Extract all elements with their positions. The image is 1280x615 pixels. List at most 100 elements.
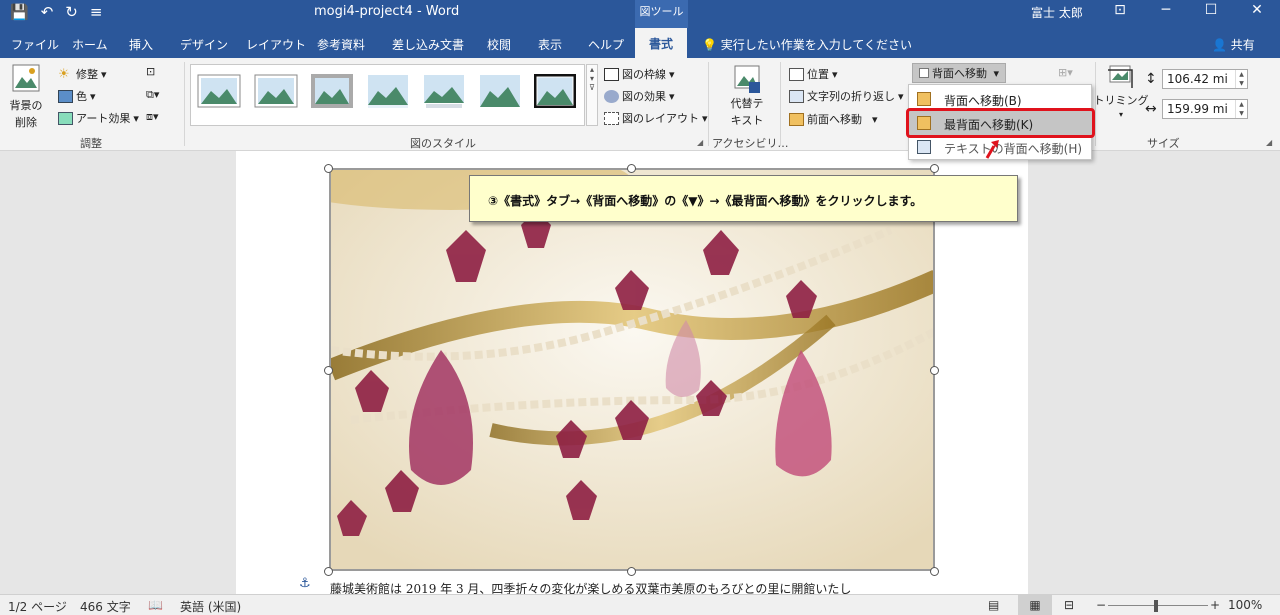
tab-design[interactable]: デザイン bbox=[180, 36, 228, 53]
web-layout-icon[interactable]: ⊟ bbox=[1064, 598, 1074, 612]
minimize-icon[interactable]: ─ bbox=[1156, 2, 1176, 18]
change-picture-icon[interactable]: ⧉▾ bbox=[146, 88, 159, 102]
print-layout-icon[interactable]: ▦ bbox=[1018, 595, 1052, 615]
color-button[interactable]: 色 ▾ bbox=[58, 88, 96, 104]
picture-tools-context-label: 図ツール bbox=[635, 0, 688, 28]
proofing-icon[interactable]: 📖 bbox=[148, 598, 163, 612]
wrap-text-button[interactable]: 文字列の折り返し ▾ bbox=[789, 88, 904, 104]
resize-handle[interactable] bbox=[324, 164, 333, 173]
resize-handle[interactable] bbox=[627, 567, 636, 576]
picture-style-thumb[interactable] bbox=[422, 73, 466, 109]
redo-icon[interactable]: ↻ bbox=[65, 3, 78, 21]
picture-style-thumb[interactable] bbox=[254, 73, 298, 109]
picture-style-thumb[interactable] bbox=[478, 73, 522, 109]
tab-review[interactable]: 校閲 bbox=[487, 36, 511, 53]
tell-me-text: 実行したい作業を入力してください bbox=[720, 38, 913, 52]
picture-effects-icon bbox=[604, 89, 619, 103]
artistic-effects-button[interactable]: アート効果 ▾ bbox=[58, 110, 139, 126]
color-label: 色 bbox=[76, 90, 87, 103]
page-count[interactable]: 1/2 ページ bbox=[8, 598, 67, 615]
picture-effects-button[interactable]: 図の効果 ▾ bbox=[604, 88, 675, 104]
artistic-effects-icon bbox=[58, 111, 73, 125]
zoom-level[interactable]: 100% bbox=[1228, 598, 1262, 612]
customize-qat-icon[interactable]: ≡ bbox=[90, 3, 103, 21]
resize-handle[interactable] bbox=[930, 164, 939, 173]
menu-item-label: テキストの背面へ移動(H) bbox=[944, 142, 1083, 156]
status-bar: 1/2 ページ 466 文字 📖 英語 (米国) ▤ ▦ ⊟ − + 100% bbox=[0, 594, 1280, 615]
remove-background-label-2: 削除 bbox=[15, 116, 37, 129]
chandelier-picture[interactable] bbox=[329, 168, 935, 571]
position-label: 位置 bbox=[807, 68, 829, 81]
picture-styles-gallery[interactable] bbox=[190, 64, 585, 126]
user-name[interactable]: 富士 太郎 bbox=[1031, 4, 1083, 21]
tab-view[interactable]: 表示 bbox=[538, 36, 562, 53]
tab-insert[interactable]: 挿入 bbox=[129, 36, 153, 53]
separator bbox=[708, 62, 709, 146]
tell-me-search[interactable]: 💡 実行したい作業を入力してください bbox=[702, 36, 912, 53]
resize-handle[interactable] bbox=[627, 164, 636, 173]
dialog-launcher-icon[interactable]: ◢ bbox=[697, 138, 703, 147]
position-button[interactable]: 位置 ▾ bbox=[789, 66, 838, 82]
width-input[interactable]: 159.99 mi ▲ ▼ bbox=[1162, 99, 1248, 119]
bring-forward-icon bbox=[789, 112, 804, 126]
resize-handle[interactable] bbox=[324, 366, 333, 375]
zoom-slider[interactable] bbox=[1108, 605, 1208, 606]
height-spinner[interactable]: ▲ ▼ bbox=[1235, 70, 1247, 88]
picture-layout-icon bbox=[604, 111, 619, 125]
read-mode-icon[interactable]: ▤ bbox=[988, 598, 999, 612]
picture-styles-group-label: 図のスタイル bbox=[410, 137, 476, 150]
crop-icon bbox=[1108, 65, 1133, 88]
title-bar: 💾 ↶ ↻ ≡ mogi4-project4 - Word 図ツール 富士 太郎… bbox=[0, 0, 1280, 28]
picture-style-thumb[interactable] bbox=[366, 73, 410, 109]
resize-handle[interactable] bbox=[930, 366, 939, 375]
tab-file[interactable]: ファイル bbox=[11, 36, 59, 53]
chandelier-image-icon bbox=[331, 170, 933, 569]
gallery-scroll[interactable]: ▴ ▾ ⊽ bbox=[586, 64, 598, 126]
remove-background-button[interactable]: 背景の 削除 bbox=[8, 64, 44, 130]
resize-handle[interactable] bbox=[324, 567, 333, 576]
quick-access-toolbar: 💾 ↶ ↻ ≡ bbox=[10, 3, 102, 21]
language[interactable]: 英語 (米国) bbox=[180, 598, 241, 615]
picture-border-button[interactable]: 図の枠線 ▾ bbox=[604, 66, 675, 82]
bring-forward-button[interactable]: 前面へ移動 ▾ bbox=[789, 111, 878, 127]
dialog-launcher-icon[interactable]: ◢ bbox=[1266, 138, 1272, 147]
picture-style-thumb[interactable] bbox=[310, 73, 354, 109]
picture-style-thumb-selected[interactable] bbox=[533, 73, 577, 109]
crop-label: トリミング bbox=[1093, 94, 1149, 107]
tab-home[interactable]: ホーム bbox=[72, 36, 108, 53]
height-icon: ↕ bbox=[1145, 71, 1157, 87]
zoom-in-icon[interactable]: + bbox=[1210, 598, 1220, 612]
tab-mailings[interactable]: 差し込み文書 bbox=[392, 36, 464, 53]
word-count[interactable]: 466 文字 bbox=[80, 598, 131, 615]
align-icon[interactable]: ⊞▾ bbox=[1058, 66, 1073, 79]
send-backward-button[interactable]: 背面へ移動 ▾ bbox=[912, 63, 1007, 83]
tab-references[interactable]: 参考資料 bbox=[317, 36, 365, 53]
ribbon-display-options-icon[interactable]: ⊡ bbox=[1110, 2, 1130, 18]
undo-icon[interactable]: ↶ bbox=[41, 3, 54, 21]
send-backward-icon bbox=[919, 68, 929, 78]
size-group-label: サイズ bbox=[1147, 137, 1180, 150]
corrections-button[interactable]: ☀ 修整 ▾ bbox=[58, 66, 107, 82]
zoom-slider-thumb[interactable] bbox=[1154, 600, 1158, 612]
tab-layout[interactable]: レイアウト bbox=[246, 36, 306, 53]
width-spinner[interactable]: ▲ ▼ bbox=[1235, 100, 1247, 118]
body-paragraph[interactable]: 藤城美術館は 2019 年 3 月、四季折々の変化が楽しめる双葉市美原のもろびと… bbox=[330, 580, 930, 594]
highlight-box bbox=[906, 108, 1095, 138]
crop-button[interactable]: トリミング ▾ bbox=[1094, 64, 1149, 119]
maximize-icon[interactable]: ☐ bbox=[1201, 2, 1221, 18]
picture-layout-button[interactable]: 図のレイアウト ▾ bbox=[604, 110, 708, 126]
tab-help[interactable]: ヘルプ bbox=[588, 36, 624, 53]
resize-handle[interactable] bbox=[930, 567, 939, 576]
reset-picture-icon[interactable]: ⧈▾ bbox=[146, 110, 159, 124]
tab-format[interactable]: 書式 bbox=[635, 28, 688, 58]
picture-style-thumb[interactable] bbox=[197, 73, 241, 109]
share-button[interactable]: 👤 共有 bbox=[1212, 36, 1255, 53]
compress-pictures-icon[interactable]: ⊡ bbox=[146, 65, 155, 78]
close-icon[interactable]: ✕ bbox=[1247, 2, 1267, 18]
zoom-out-icon[interactable]: − bbox=[1096, 598, 1106, 612]
alt-text-button[interactable]: 代替テ キスト bbox=[725, 64, 769, 128]
height-input[interactable]: 106.42 mi ▲ ▼ bbox=[1162, 69, 1248, 89]
alt-text-label-2: キスト bbox=[730, 114, 764, 127]
picture-layout-label: 図のレイアウト bbox=[622, 112, 699, 125]
save-icon[interactable]: 💾 bbox=[10, 3, 29, 21]
